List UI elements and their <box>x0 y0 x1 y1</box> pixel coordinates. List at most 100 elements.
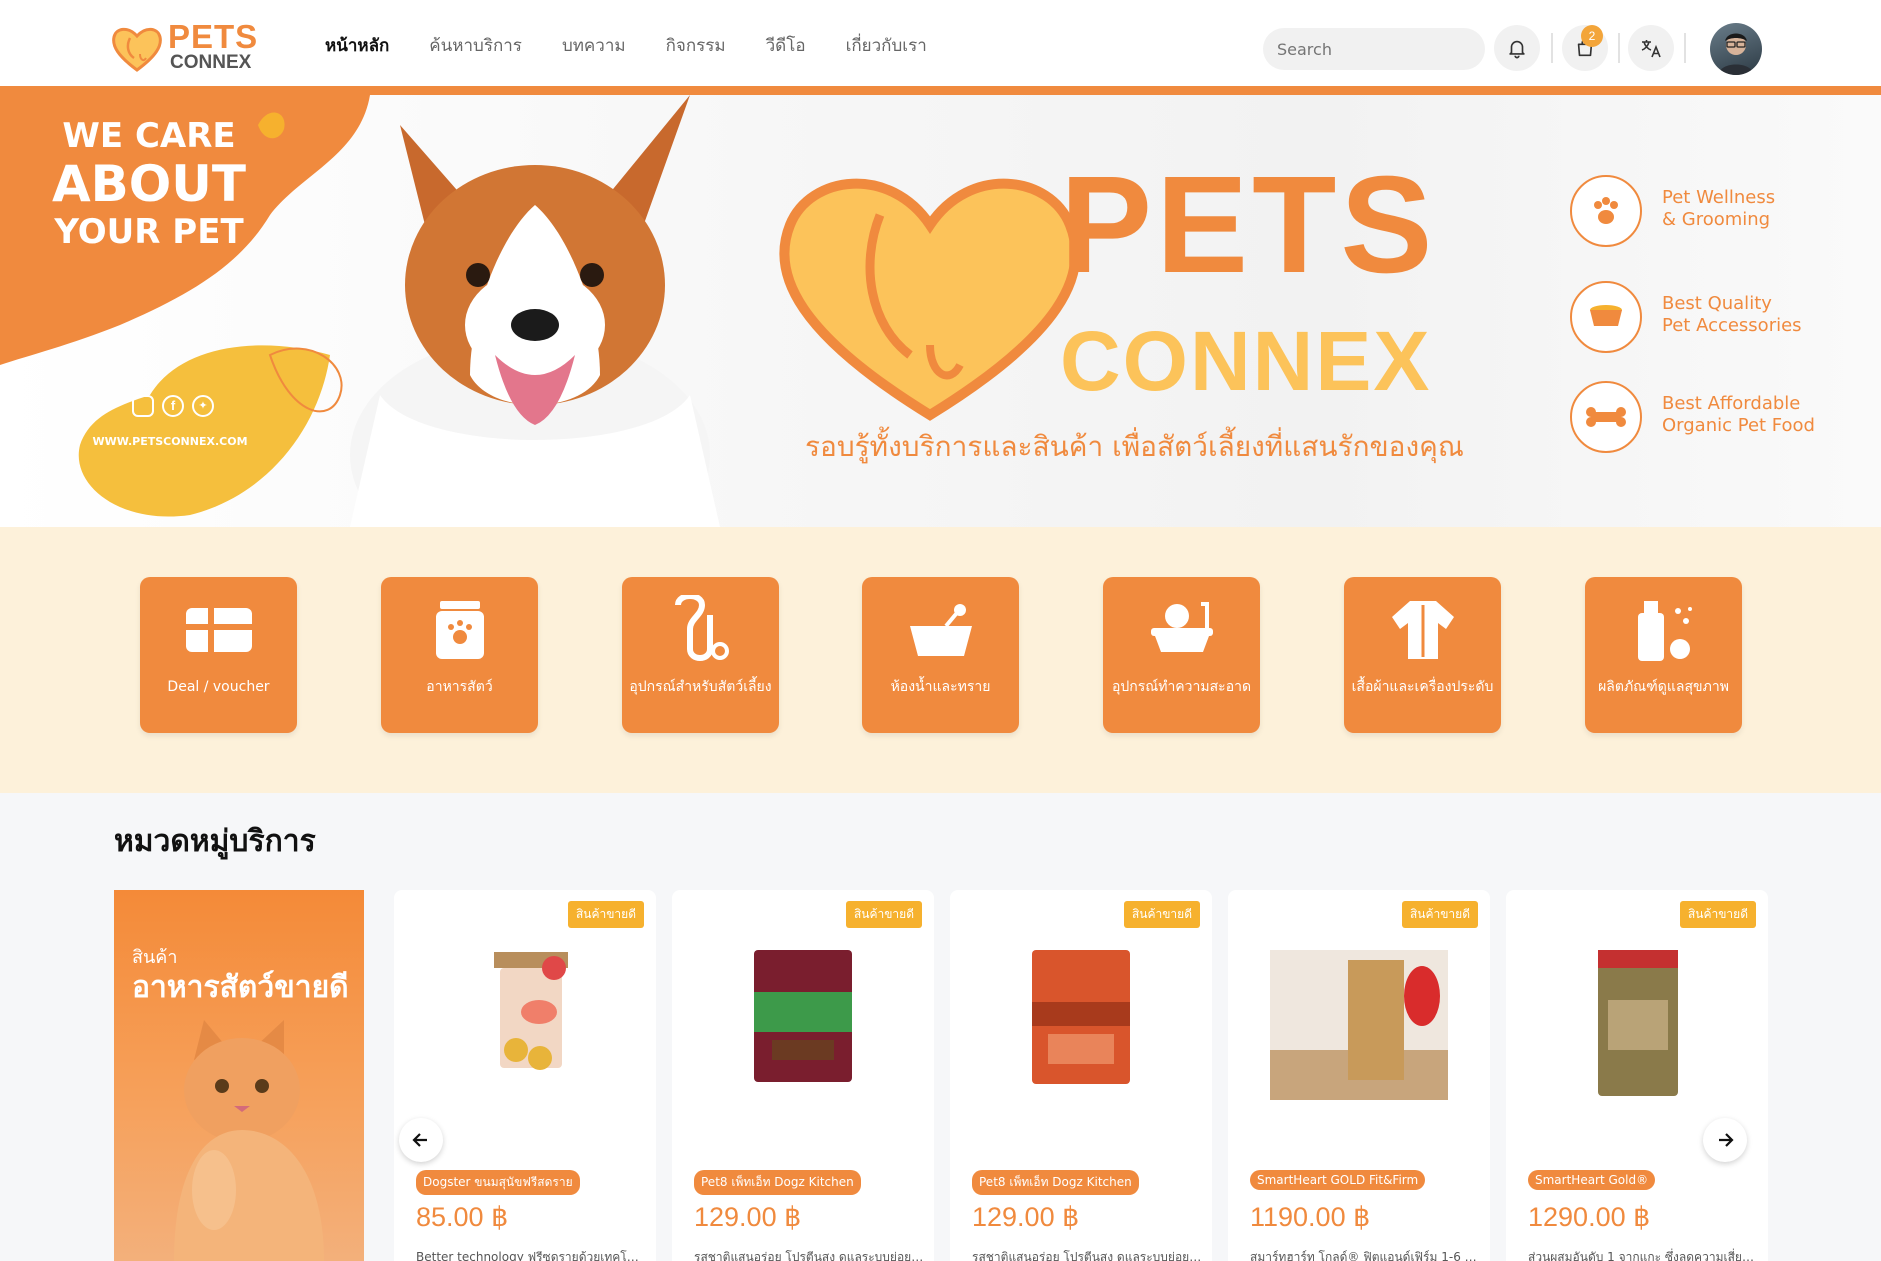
product-price: 1190.00 ฿ <box>1250 1202 1371 1232</box>
main-nav: หน้าหลัก ค้นหาบริการ บทความ กิจกรรม วีดี… <box>325 34 967 58</box>
product-card[interactable]: สินค้าขายดี SmartHeart GOLD Fit&Firm 119… <box>1228 890 1490 1261</box>
feature-text: Best Quality Pet Accessories <box>1662 293 1802 337</box>
arrow-left-icon <box>412 1133 427 1147</box>
product-image <box>1032 950 1130 1084</box>
logo-heart-icon <box>112 27 162 72</box>
product-image <box>754 950 852 1082</box>
category-deal-voucher[interactable]: Deal / voucher <box>140 577 297 733</box>
nav-find-services[interactable]: ค้นหาบริการ <box>429 34 522 58</box>
feature-wellness: Pet Wellness & Grooming <box>1570 175 1870 255</box>
category-health[interactable]: ผลิตภัณฑ์ดูแลสุขภาพ <box>1585 577 1742 733</box>
product-brand: Pet8 เพ็ทเอ็ท Dogz Kitchen <box>694 1170 861 1195</box>
promo-banner[interactable]: สินค้า อาหารสัตว์ขายดี <box>114 890 364 1261</box>
search-input[interactable] <box>1263 28 1485 70</box>
product-description: Better technology ฟรีซดรายด้วยเทคโนโลยี <box>416 1250 646 1261</box>
product-price: 85.00 ฿ <box>416 1202 509 1232</box>
leash-icon <box>664 595 738 665</box>
bestseller-tag: สินค้าขายดี <box>1401 901 1478 928</box>
products-section: หมวดหมู่บริการ สินค้า อาหารสัตว์ขายดี สิ… <box>0 793 1881 1261</box>
product-brand: SmartHeart GOLD Fit&Firm <box>1250 1170 1426 1190</box>
product-brand: Dogster ขนมสุนัขฟรีสดราย <box>416 1170 580 1195</box>
feature-text: Best Affordable Organic Pet Food <box>1662 393 1815 437</box>
arrow-right-icon <box>1719 1133 1734 1147</box>
cart-count-badge: 2 <box>1581 25 1603 47</box>
nav-home[interactable]: หน้าหลัก <box>325 34 389 58</box>
carousel-next-button[interactable] <box>1703 1118 1747 1162</box>
category-litter[interactable]: ห้องน้ำและทราย <box>862 577 1019 733</box>
feature-line: Best Quality <box>1662 293 1772 314</box>
nav-articles[interactable]: บทความ <box>562 34 626 58</box>
feature-line: Best Affordable <box>1662 393 1801 414</box>
bestseller-tag: สินค้าขายดี <box>1679 901 1756 928</box>
nav-videos[interactable]: วีดีโอ <box>766 34 806 58</box>
user-avatar[interactable] <box>1710 23 1762 75</box>
care-line-2: ABOUT <box>51 155 247 213</box>
voucher-icon <box>182 595 256 665</box>
top-header: PETS CONNEX หน้าหลัก ค้นหาบริการ บทความ … <box>0 0 1881 86</box>
hero-logo-heart <box>779 178 1081 421</box>
product-price: 1290.00 ฿ <box>1528 1202 1651 1232</box>
product-description: รสชาติแสนอร่อย โปรตีนสูง ดูแลระบบย่อยอาห… <box>972 1250 1202 1261</box>
feature-food: Best Affordable Organic Pet Food <box>1570 381 1870 461</box>
category-label: ห้องน้ำและทราย <box>890 679 991 695</box>
product-card[interactable]: สินค้าขายดี Pet8 เพ็ทเอ็ท Dogz Kitchen 1… <box>950 890 1212 1261</box>
header-divider <box>1618 33 1620 63</box>
language-button[interactable] <box>1628 25 1674 71</box>
feature-accessories: Best Quality Pet Accessories <box>1570 281 1870 361</box>
bestseller-tag: สินค้าขายดี <box>1123 901 1200 928</box>
product-card[interactable]: สินค้าขายดี SmartHeart Gold® 1290.00 ฿ ส… <box>1506 890 1768 1261</box>
hero-title: PETS <box>1060 148 1437 302</box>
feature-line: Organic Pet Food <box>1662 415 1815 436</box>
care-line-3: YOUR PET <box>54 212 244 252</box>
product-brand: Pet8 เพ็ทเอ็ท Dogz Kitchen <box>972 1170 1139 1195</box>
category-label: อุปกรณ์ทำความสะอาด <box>1111 679 1252 695</box>
carousel-prev-button[interactable] <box>399 1118 443 1162</box>
paw-icon <box>1570 175 1642 247</box>
category-band: Deal / voucher อาหารสัตว์ อุปกรณ์สำหรับส… <box>0 527 1881 793</box>
product-card[interactable]: สินค้าขายดี Dogster ขนมสุนัขฟรีสดราย 85.… <box>394 890 656 1261</box>
product-image <box>1270 950 1448 1100</box>
nav-about[interactable]: เกี่ยวกับเรา <box>846 34 927 58</box>
product-image <box>494 952 568 1070</box>
header-accent-bar <box>0 86 1881 95</box>
promo-line-2: อาหารสัตว์ขายดี <box>132 970 349 1005</box>
instagram-icon[interactable] <box>132 395 154 417</box>
bestseller-tag: สินค้าขายดี <box>845 901 922 928</box>
pet-clothes-icon <box>1386 595 1460 665</box>
product-description: รสชาติแสนอร่อย โปรตีนสูง ดูแลระบบย่อยอาห… <box>694 1250 924 1261</box>
product-description: สมาร์ทฮาร์ท โกลด์® ฟิตแอนด์เฟิร์ม 1-6 ปี… <box>1250 1250 1480 1261</box>
bestseller-tag: สินค้าขายดี <box>567 901 644 928</box>
bathtub-icon <box>1145 595 1219 665</box>
product-description: ส่วนผสมอันดับ 1 จากแกะ ซึ่งลดความเสี่ยงแ… <box>1528 1250 1758 1261</box>
category-pet-food[interactable]: อาหารสัตว์ <box>381 577 538 733</box>
nav-activities[interactable]: กิจกรรม <box>666 34 726 58</box>
twitter-icon[interactable]: ✦ <box>192 395 214 417</box>
hero-banner[interactable]: WE CARE ABOUT YOUR PET f ✦ WWW.PETSCONNE… <box>0 95 1881 527</box>
bone-icon <box>1570 381 1642 453</box>
category-pet-equipment[interactable]: อุปกรณ์สำหรับสัตว์เลี้ยง <box>622 577 779 733</box>
notifications-button[interactable] <box>1494 25 1540 71</box>
hero-tagline: รอบรู้ทั้งบริการและสินค้า เพื่อสัตว์เลี้… <box>805 430 1464 463</box>
avatar-image <box>1718 33 1754 75</box>
facebook-icon[interactable]: f <box>162 395 184 417</box>
hero-website: WWW.PETSCONNEX.COM <box>92 435 248 448</box>
cat-illustration <box>174 1020 324 1261</box>
shampoo-icon <box>1627 595 1701 665</box>
product-brand: SmartHeart Gold® <box>1528 1170 1656 1190</box>
product-card[interactable]: สินค้าขายดี Pet8 เพ็ทเอ็ท Dogz Kitchen 1… <box>672 890 934 1261</box>
hero-subtitle: CONNEX <box>1060 314 1432 408</box>
site-logo[interactable]: PETS CONNEX <box>110 20 270 76</box>
product-price: 129.00 ฿ <box>694 1202 802 1232</box>
category-label: Deal / voucher <box>167 679 270 695</box>
category-clothing[interactable]: เสื้อผ้าและเครื่องประดับ <box>1344 577 1501 733</box>
category-cleaning[interactable]: อุปกรณ์ทำความสะอาด <box>1103 577 1260 733</box>
category-label: อุปกรณ์สำหรับสัตว์เลี้ยง <box>629 679 772 695</box>
logo-text-top: PETS <box>168 18 259 55</box>
bell-icon <box>1509 40 1525 59</box>
header-divider <box>1684 33 1686 63</box>
translate-icon <box>1641 40 1661 58</box>
dog-illustration <box>350 95 720 527</box>
product-image <box>1598 950 1678 1096</box>
feature-line: Pet Wellness <box>1662 187 1776 208</box>
food-bag-icon <box>423 595 497 665</box>
